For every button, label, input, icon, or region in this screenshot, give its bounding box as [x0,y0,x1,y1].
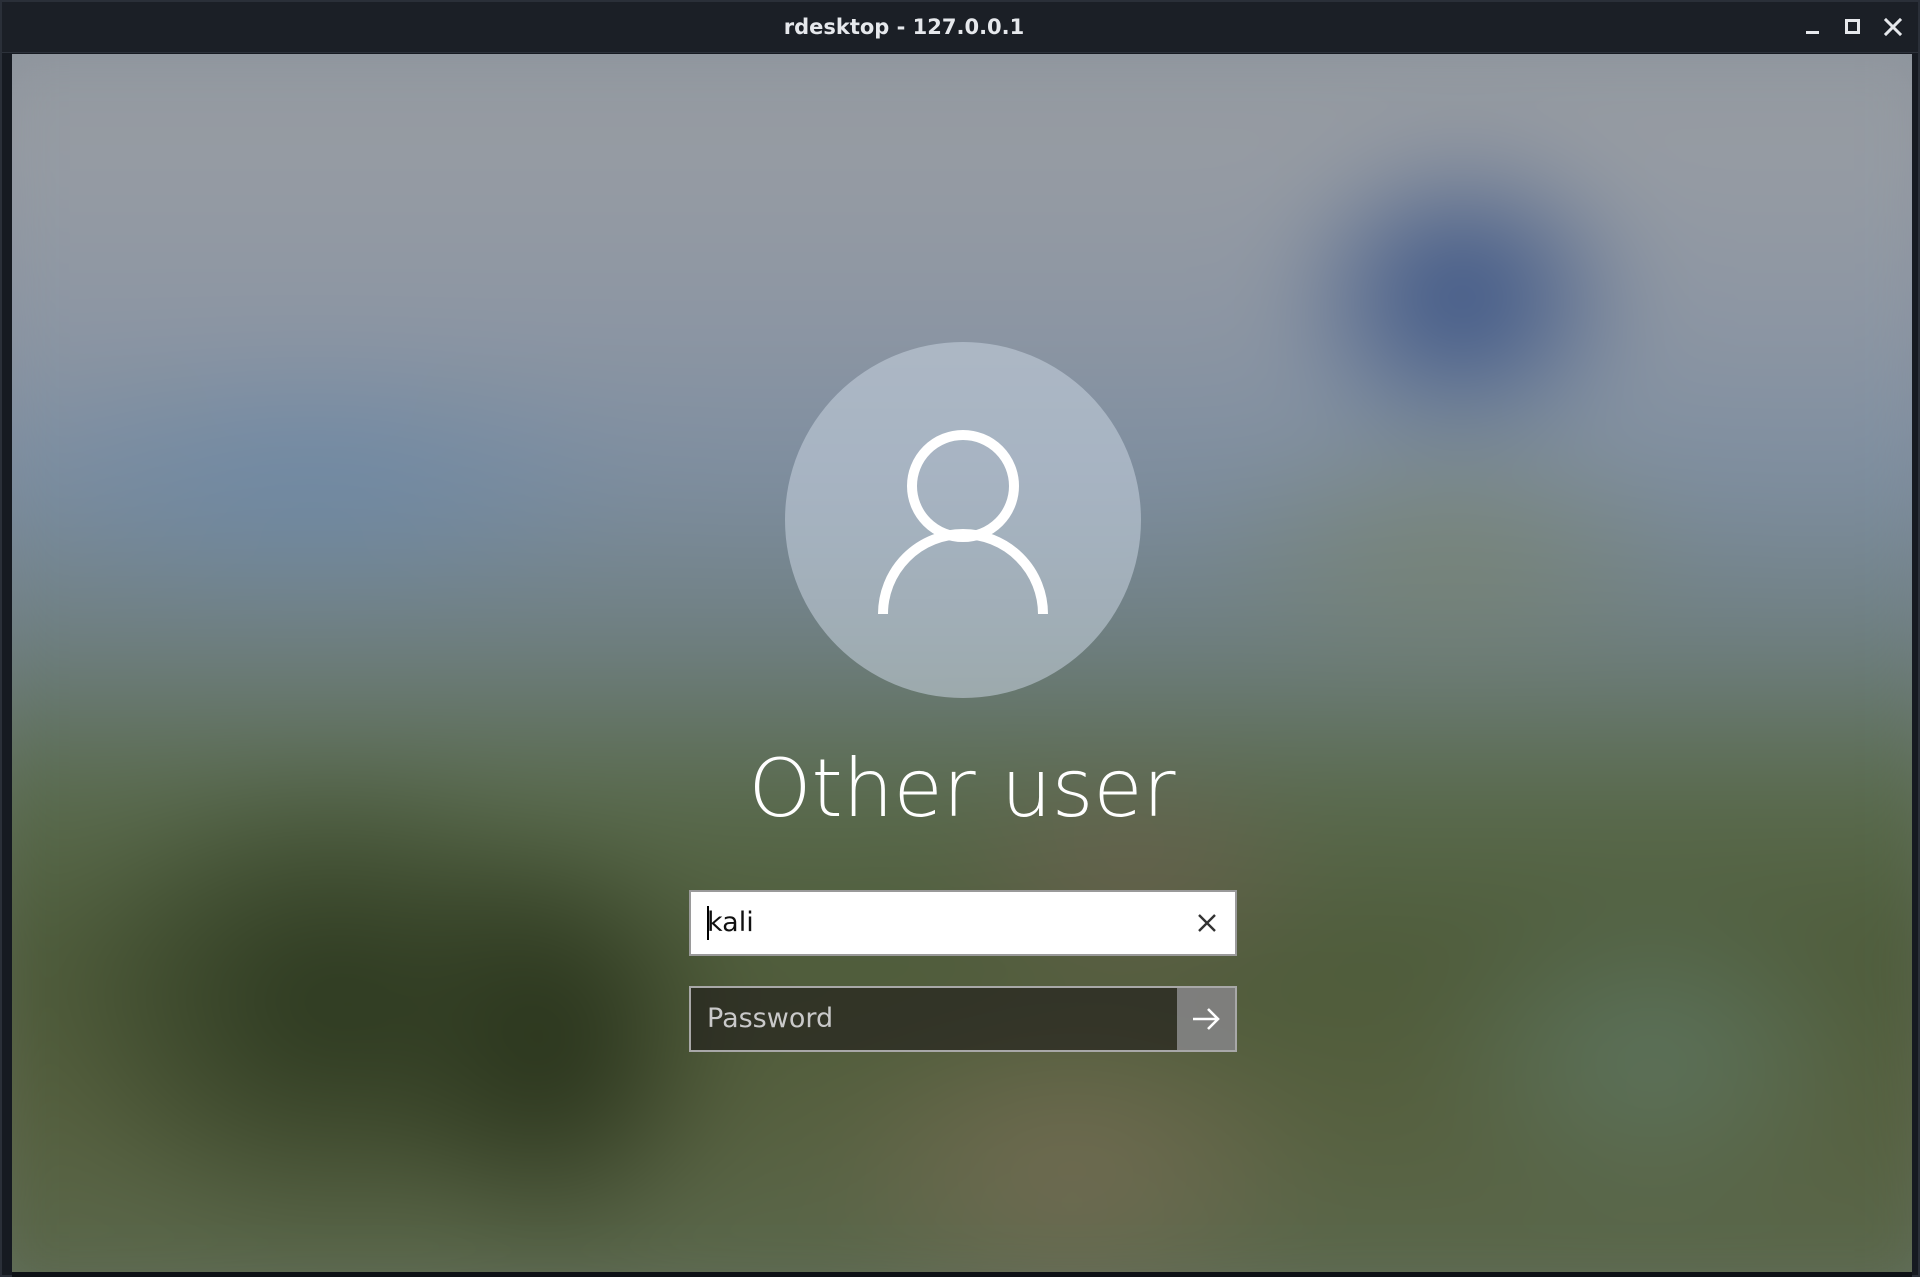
user-icon [878,430,1048,615]
maximize-button[interactable] [1837,11,1869,43]
clear-x-icon [1198,914,1216,932]
remote-desktop-view[interactable]: Other user kali Password [12,54,1912,1272]
window-bottom-edge [12,1272,1912,1277]
username-heading: Other user [748,742,1176,835]
close-button[interactable] [1877,11,1909,43]
arrow-right-icon [1193,1008,1220,1030]
close-icon [1883,17,1903,37]
clear-username-button[interactable] [1187,903,1227,943]
password-field[interactable]: Password [689,986,1237,1052]
user-avatar [785,342,1141,698]
maximize-icon [1845,19,1860,34]
submit-button[interactable] [1177,988,1235,1050]
window-title: rdesktop - 127.0.0.1 [783,15,1025,39]
password-placeholder: Password [707,1003,834,1034]
rdesktop-window: rdesktop - 127.0.0.1 Other user kali Pas… [0,0,1920,1277]
username-value: kali [707,907,754,938]
title-bar[interactable]: rdesktop - 127.0.0.1 [2,2,1918,53]
minimize-icon [1806,31,1819,34]
minimize-button[interactable] [1797,11,1829,43]
text-caret [707,906,709,940]
username-field[interactable]: kali [689,890,1237,956]
